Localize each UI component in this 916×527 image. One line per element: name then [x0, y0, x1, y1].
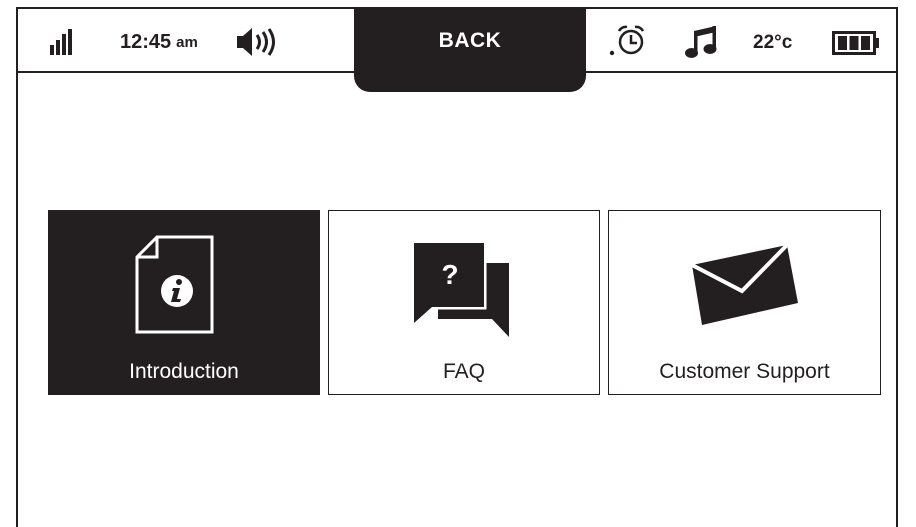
speaker-volume-icon[interactable]: [237, 28, 281, 56]
question-chat-icon: ?: [412, 241, 509, 337]
status-bar: 12:45 am BACK 22°c: [18, 7, 896, 92]
alarm-clock-icon[interactable]: [609, 23, 645, 57]
tile-customer-support-label: Customer Support: [659, 360, 830, 383]
battery-full-icon: [832, 31, 879, 55]
back-button[interactable]: BACK: [354, 7, 586, 92]
tile-customer-support[interactable]: Customer Support: [608, 210, 881, 395]
temperature-readout: 22°c: [753, 32, 793, 53]
clock-time: 12:45 am: [120, 31, 198, 54]
envelope-icon: [691, 243, 798, 325]
info-document-icon: [135, 235, 214, 334]
svg-text:?: ?: [441, 259, 458, 290]
tile-introduction[interactable]: Introduction: [48, 210, 320, 395]
time-value: 12:45: [120, 31, 172, 53]
time-ampm: am: [176, 34, 198, 51]
tile-faq[interactable]: ? FAQ: [328, 210, 600, 395]
device-screen: 12:45 am BACK 22°c Introduction ? FAQ Cu…: [16, 7, 898, 527]
tile-faq-label: FAQ: [442, 360, 485, 383]
tile-introduction-label: Introduction: [129, 360, 239, 383]
signal-bars-icon: [50, 29, 72, 55]
music-note-icon[interactable]: [685, 25, 719, 59]
